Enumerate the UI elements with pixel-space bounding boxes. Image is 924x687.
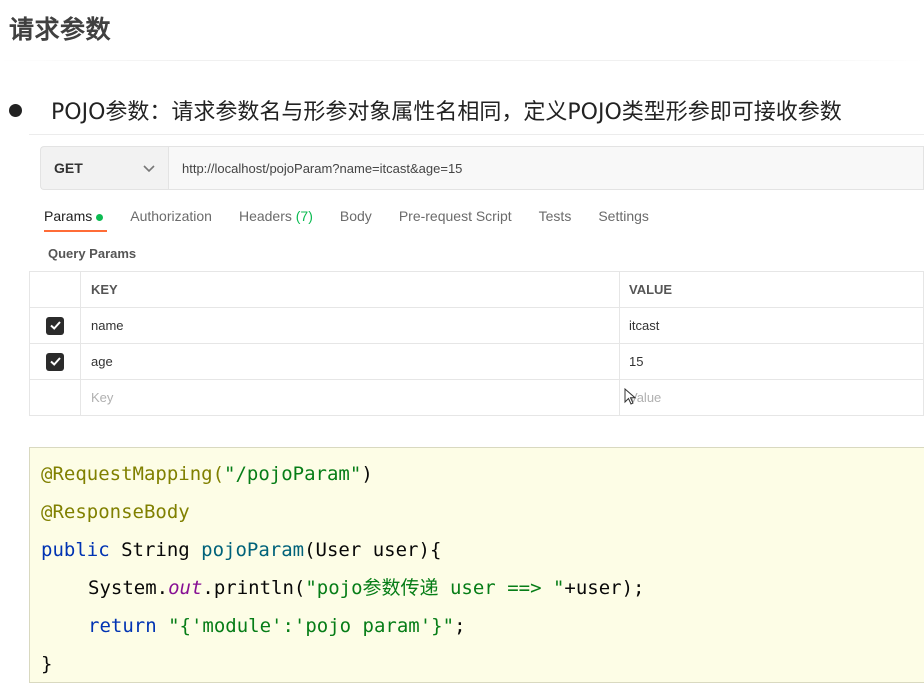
new-key-input[interactable]: Key: [80, 379, 620, 416]
code-line-6: }: [41, 650, 52, 678]
request-tabs: Params Authorization Headers (7) Body Pr…: [44, 208, 676, 238]
tab-authorization[interactable]: Authorization: [130, 208, 212, 232]
chevron-down-icon: [143, 165, 155, 173]
table-row: Key Value: [29, 379, 924, 416]
code-string: "{'module':'pojo param'}": [156, 615, 455, 637]
code-type: String: [109, 539, 202, 561]
bullet-text: POJO参数：请求参数名与形参对象属性名相同，定义POJO类型形参即可接收参数: [51, 100, 842, 125]
code-class: System.: [88, 577, 169, 599]
tab-authorization-label: Authorization: [130, 208, 212, 224]
url-bar: GET http://localhost/pojoParam?name=itca…: [40, 146, 924, 190]
code-line-3: public String pojoParam(User user){: [41, 536, 441, 564]
param-key-input[interactable]: name: [80, 307, 620, 344]
method-label: GET: [54, 160, 83, 176]
code-concat: +user);: [564, 577, 645, 599]
row-checkbox[interactable]: [46, 316, 64, 335]
mouse-cursor-icon: [624, 388, 637, 405]
code-punct: ;: [454, 615, 466, 637]
bullet-icon: [9, 103, 22, 117]
param-value-input[interactable]: 15: [619, 343, 924, 380]
tab-body-label: Body: [339, 208, 372, 224]
code-string: "pojo参数传递 user ==> ": [305, 577, 565, 599]
url-text: http://localhost/pojoParam?name=itcast&a…: [182, 160, 463, 176]
tab-settings[interactable]: Settings: [598, 208, 649, 232]
code-snippet: @RequestMapping("/pojoParam") @ResponseB…: [29, 447, 924, 683]
table-header-row: KEY VALUE: [29, 271, 924, 308]
code-line-4: System.out.println("pojo参数传递 user ==> "+…: [88, 574, 644, 602]
code-call: .println(: [202, 577, 306, 599]
postman-request-panel: GET http://localhost/pojoParam?name=itca…: [29, 134, 924, 423]
code-line-5: return "{'module':'pojo param'}";: [88, 612, 466, 640]
header-value: VALUE: [619, 271, 924, 308]
tab-pre-request-script-label: Pre-request Script: [398, 208, 512, 224]
row-checkbox[interactable]: [46, 352, 64, 371]
slide-title: 请求参数: [9, 15, 112, 44]
header-key: KEY: [80, 271, 620, 308]
params-active-dot-icon: [96, 213, 104, 221]
title-divider: [0, 60, 924, 61]
tab-pre-request-script[interactable]: Pre-request Script: [399, 208, 512, 232]
code-keyword: return: [88, 615, 157, 637]
tab-headers-label: Headers: [238, 208, 292, 224]
header-checkbox-cell: [29, 271, 81, 308]
param-value-input[interactable]: itcast: [619, 307, 924, 344]
code-line-1: @RequestMapping("/pojoParam"): [41, 460, 373, 488]
code-closing-brace: }: [41, 653, 53, 675]
code-string: "/pojoParam": [224, 463, 362, 485]
code-field: out: [168, 577, 203, 599]
new-value-input[interactable]: Value: [619, 379, 924, 416]
tab-tests[interactable]: Tests: [539, 208, 572, 232]
query-params-label: Query Params: [48, 246, 137, 261]
table-row: age 15: [29, 343, 924, 380]
row-checkbox-cell: [29, 343, 81, 380]
code-keyword: public: [41, 539, 110, 561]
code-line-2: @ResponseBody: [41, 498, 190, 526]
tab-params-label: Params: [44, 208, 93, 224]
tab-params[interactable]: Params: [44, 208, 108, 232]
check-icon: [49, 321, 61, 330]
annotation-response-body: @ResponseBody: [41, 501, 190, 523]
check-icon: [49, 357, 61, 366]
bullet-point: POJO参数：请求参数名与形参对象属性名相同，定义POJO类型形参即可接收参数: [9, 93, 842, 127]
method-dropdown[interactable]: GET: [40, 146, 168, 190]
code-params: (User user){: [304, 539, 442, 561]
row-checkbox-cell: [29, 307, 81, 344]
query-params-table: KEY VALUE name itcast age 15 Key Value: [29, 271, 924, 416]
tab-settings-label: Settings: [598, 208, 649, 224]
headers-count-badge: (7): [295, 208, 313, 224]
tab-headers[interactable]: Headers (7): [239, 208, 313, 232]
code-punct: ): [361, 463, 373, 485]
tab-tests-label: Tests: [538, 208, 572, 224]
table-row: name itcast: [29, 307, 924, 344]
row-checkbox-cell: [29, 379, 81, 416]
annotation-request-mapping: @RequestMapping(: [41, 463, 225, 485]
code-method-name: pojoParam: [201, 539, 305, 561]
url-input[interactable]: http://localhost/pojoParam?name=itcast&a…: [168, 146, 924, 190]
tab-body[interactable]: Body: [340, 208, 372, 232]
param-key-input[interactable]: age: [80, 343, 620, 380]
